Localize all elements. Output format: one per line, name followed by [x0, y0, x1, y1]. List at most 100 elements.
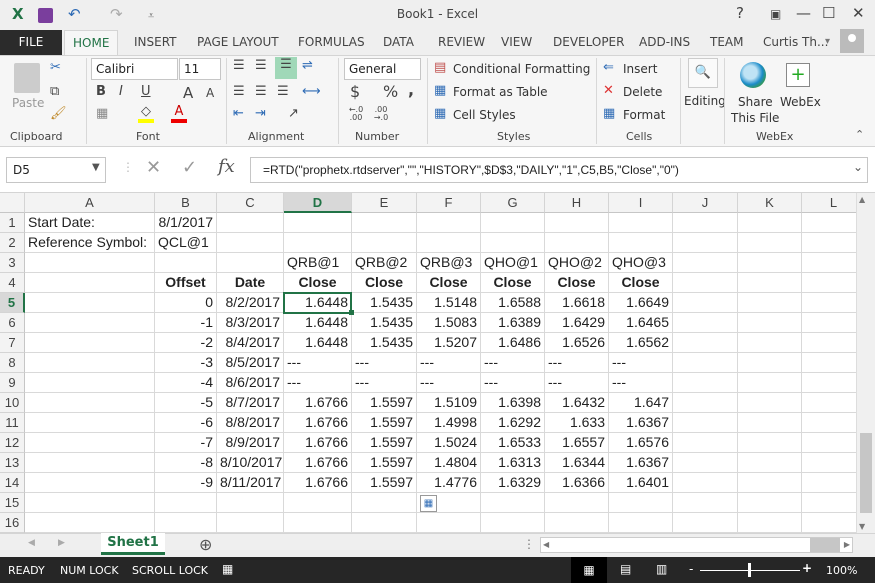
- cell-j12[interactable]: [673, 433, 738, 453]
- cell-l4[interactable]: [802, 273, 856, 293]
- cell-i5[interactable]: 1.6649: [609, 293, 673, 313]
- cell-h10[interactable]: 1.6432: [545, 393, 609, 413]
- cell-g9[interactable]: ---: [481, 373, 545, 393]
- add-sheet-icon[interactable]: ⊕: [199, 535, 212, 554]
- cell-g10[interactable]: 1.6398: [481, 393, 545, 413]
- column-header-g[interactable]: G: [481, 193, 545, 213]
- cell-f14[interactable]: 1.4776: [417, 473, 481, 493]
- cell-l5[interactable]: [802, 293, 856, 313]
- cell-c4[interactable]: Date: [217, 273, 284, 293]
- cell-l6[interactable]: [802, 313, 856, 333]
- cell-e10[interactable]: 1.5597: [352, 393, 417, 413]
- cell-j7[interactable]: [673, 333, 738, 353]
- select-all-corner[interactable]: [0, 193, 25, 213]
- zoom-out-button[interactable]: -: [689, 562, 693, 576]
- cell-h2[interactable]: [545, 233, 609, 253]
- maximize-button[interactable]: ☐: [822, 4, 835, 22]
- cell-a13[interactable]: [25, 453, 155, 473]
- cell-b14[interactable]: -9: [155, 473, 217, 493]
- user-chevron-icon[interactable]: ▾: [825, 36, 830, 47]
- column-header-e[interactable]: E: [352, 193, 417, 213]
- column-header-k[interactable]: K: [738, 193, 802, 213]
- cell-a5[interactable]: [25, 293, 155, 313]
- cell-e8[interactable]: ---: [352, 353, 417, 373]
- decrease-indent-icon[interactable]: ⇤: [233, 106, 244, 121]
- cell-b4[interactable]: Offset: [155, 273, 217, 293]
- cell-f9[interactable]: ---: [417, 373, 481, 393]
- cell-b10[interactable]: -5: [155, 393, 217, 413]
- cell-j14[interactable]: [673, 473, 738, 493]
- cell-f7[interactable]: 1.5207: [417, 333, 481, 353]
- cell-a1[interactable]: Start Date:: [25, 213, 155, 233]
- cell-e11[interactable]: 1.5597: [352, 413, 417, 433]
- column-header-b[interactable]: B: [155, 193, 217, 213]
- cell-b12[interactable]: -7: [155, 433, 217, 453]
- tab-data[interactable]: DATA: [375, 30, 422, 55]
- cell-j15[interactable]: [673, 493, 738, 513]
- cell-i10[interactable]: 1.647: [609, 393, 673, 413]
- cell-l8[interactable]: [802, 353, 856, 373]
- row-header-16[interactable]: 16: [0, 513, 25, 533]
- cell-l2[interactable]: [802, 233, 856, 253]
- cell-g15[interactable]: [481, 493, 545, 513]
- cell-e12[interactable]: 1.5597: [352, 433, 417, 453]
- paste-icon[interactable]: [14, 63, 40, 93]
- increase-indent-icon[interactable]: ⇥: [255, 106, 266, 121]
- cell-i16[interactable]: [609, 513, 673, 533]
- quick-analysis-icon[interactable]: ▦: [420, 495, 437, 512]
- row-header-13[interactable]: 13: [0, 453, 25, 473]
- cell-c6[interactable]: 8/3/2017: [217, 313, 284, 333]
- tab-team[interactable]: TEAM: [702, 30, 751, 55]
- tab-split-handle[interactable]: ⋮: [523, 537, 535, 551]
- cell-f6[interactable]: 1.5083: [417, 313, 481, 333]
- cell-i8[interactable]: ---: [609, 353, 673, 373]
- webex-share-icon[interactable]: [740, 62, 766, 88]
- cell-styles-button[interactable]: Cell Styles: [453, 108, 516, 122]
- scroll-sheets-left-icon[interactable]: ◀: [28, 538, 35, 548]
- tab-developer[interactable]: DEVELOPER: [545, 30, 632, 55]
- cell-d5[interactable]: 1.6448: [284, 293, 352, 313]
- cell-f11[interactable]: 1.4998: [417, 413, 481, 433]
- bottom-align-icon[interactable]: ☰: [275, 57, 297, 79]
- cell-g5[interactable]: 1.6588: [481, 293, 545, 313]
- cell-f12[interactable]: 1.5024: [417, 433, 481, 453]
- cell-h3[interactable]: QHO@2: [545, 253, 609, 273]
- expand-formula-bar-icon[interactable]: ⌄: [853, 160, 863, 174]
- cell-c14[interactable]: 8/11/2017: [217, 473, 284, 493]
- row-header-15[interactable]: 15: [0, 493, 25, 513]
- close-button[interactable]: ✕: [852, 4, 865, 22]
- align-center-icon[interactable]: ☰: [255, 84, 267, 99]
- cell-g7[interactable]: 1.6486: [481, 333, 545, 353]
- name-box[interactable]: D5: [6, 157, 106, 183]
- enter-icon[interactable]: ✓: [182, 157, 197, 178]
- cell-b8[interactable]: -3: [155, 353, 217, 373]
- cell-h12[interactable]: 1.6557: [545, 433, 609, 453]
- cell-a6[interactable]: [25, 313, 155, 333]
- fill-color-icon[interactable]: ◇: [138, 104, 154, 123]
- top-align-icon[interactable]: ☰: [233, 58, 245, 73]
- cell-a16[interactable]: [25, 513, 155, 533]
- cell-i3[interactable]: QHO@3: [609, 253, 673, 273]
- bold-button[interactable]: B: [96, 84, 106, 99]
- cell-b7[interactable]: -2: [155, 333, 217, 353]
- cell-a15[interactable]: [25, 493, 155, 513]
- delete-button[interactable]: Delete: [623, 85, 662, 99]
- cell-c8[interactable]: 8/5/2017: [217, 353, 284, 373]
- cell-k1[interactable]: [738, 213, 802, 233]
- cell-d13[interactable]: 1.6766: [284, 453, 352, 473]
- cell-d1[interactable]: [284, 213, 352, 233]
- cell-h4[interactable]: Close: [545, 273, 609, 293]
- cell-d15[interactable]: [284, 493, 352, 513]
- insert-button[interactable]: Insert: [623, 62, 657, 76]
- cell-k7[interactable]: [738, 333, 802, 353]
- cell-g6[interactable]: 1.6389: [481, 313, 545, 333]
- cell-g1[interactable]: [481, 213, 545, 233]
- cell-l14[interactable]: [802, 473, 856, 493]
- binoculars-icon[interactable]: 🔍: [688, 58, 718, 88]
- cell-j3[interactable]: [673, 253, 738, 273]
- row-header-9[interactable]: 9: [0, 373, 25, 393]
- cell-b1[interactable]: 8/1/2017: [155, 213, 217, 233]
- decrease-decimal-button[interactable]: .00 →.0: [370, 106, 392, 122]
- cell-l9[interactable]: [802, 373, 856, 393]
- column-header-a[interactable]: A: [25, 193, 155, 213]
